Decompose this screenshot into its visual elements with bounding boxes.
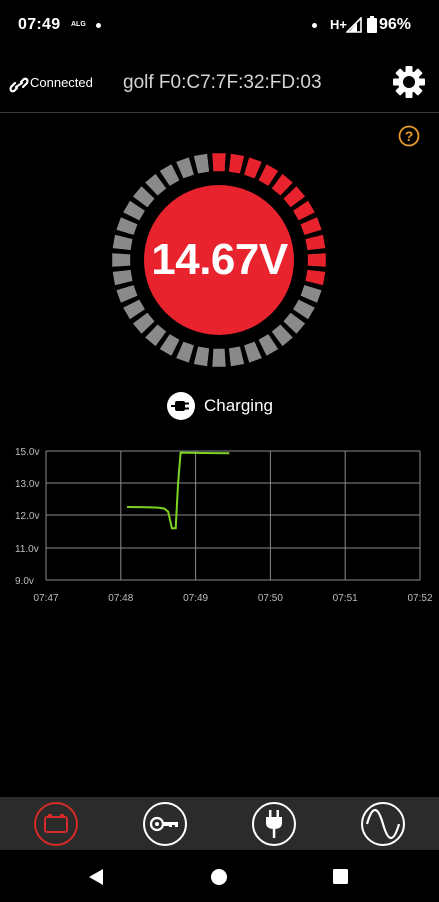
gauge-segment bbox=[145, 173, 167, 196]
gauge-segment bbox=[145, 324, 167, 347]
network-type: H+ bbox=[330, 17, 347, 32]
gauge-segment bbox=[176, 341, 194, 363]
gauge-segment bbox=[212, 153, 226, 172]
gauge-segment bbox=[159, 164, 180, 186]
status-time: 07:49 bbox=[18, 16, 61, 33]
sine-wave-tab-icon[interactable] bbox=[360, 801, 406, 847]
gauge-segment bbox=[271, 324, 293, 347]
gauge-segment bbox=[293, 200, 315, 221]
voltage-chart: 15.0v 13.0v 12.0v 11.0v 9.0v 07:47 07:48 07:49 0… bbox=[15, 447, 433, 604]
link-icon bbox=[9, 77, 29, 93]
battery-tab-icon[interactable] bbox=[33, 801, 79, 847]
y-tick-label: 13.0v bbox=[15, 479, 39, 490]
gauge-segment bbox=[123, 200, 145, 221]
gauge-segment bbox=[228, 346, 245, 367]
voltage-series-line bbox=[126, 451, 230, 530]
device-title: golf F0:C7:7F:32:FD:03 bbox=[123, 72, 322, 93]
y-tick-label: 9.0v bbox=[15, 576, 34, 587]
key-tab-icon[interactable] bbox=[142, 801, 188, 847]
gauge-segment bbox=[300, 285, 322, 303]
x-tick-label: 07:47 bbox=[33, 593, 58, 604]
gauge-segment bbox=[293, 299, 315, 320]
top-bar: Connected golf F0:C7:7F:32:FD:03 bbox=[0, 55, 439, 111]
connection-status: Connected bbox=[30, 75, 93, 90]
chart-grid bbox=[45, 450, 421, 581]
gear-icon[interactable] bbox=[392, 65, 426, 99]
battery-percent: 96% bbox=[379, 16, 412, 33]
gauge-segment bbox=[159, 334, 180, 356]
notification-dot-icon bbox=[312, 23, 317, 28]
gauge-segment bbox=[258, 334, 279, 356]
gauge-segment bbox=[132, 186, 155, 208]
gauge-segment bbox=[244, 341, 262, 363]
battery-status-icon bbox=[367, 16, 377, 33]
gauge-segment bbox=[228, 153, 245, 174]
gauge-segment bbox=[283, 312, 306, 334]
plug-tab-icon[interactable] bbox=[251, 801, 297, 847]
x-tick-label: 07:52 bbox=[407, 593, 432, 604]
status-bar: 07:49 ALG H+ 96% bbox=[0, 0, 439, 50]
gauge-segment bbox=[132, 312, 155, 334]
gauge-segment bbox=[116, 285, 138, 303]
gauge-segment bbox=[271, 173, 293, 196]
system-nav-bar bbox=[0, 850, 439, 902]
signal-icon bbox=[346, 17, 362, 33]
gauge-segment bbox=[176, 157, 194, 179]
gauge-segment bbox=[193, 153, 210, 174]
home-icon[interactable] bbox=[210, 868, 228, 886]
gauge-segment bbox=[212, 348, 226, 367]
y-tick-label: 12.0v bbox=[15, 511, 39, 522]
voltage-readout: 14.67V bbox=[151, 235, 288, 284]
gauge-segment bbox=[258, 164, 279, 186]
y-tick-label: 15.0v bbox=[15, 447, 39, 458]
charging-state: Charging bbox=[166, 391, 273, 421]
plug-icon bbox=[167, 392, 195, 420]
bottom-nav bbox=[0, 797, 439, 850]
x-tick-label: 07:48 bbox=[108, 593, 133, 604]
gauge-segment bbox=[283, 186, 306, 208]
gauge-segment bbox=[123, 299, 145, 320]
gauge-segment bbox=[300, 217, 322, 235]
notification-dot-icon bbox=[96, 23, 101, 28]
back-icon[interactable] bbox=[88, 868, 104, 886]
gauge-segment bbox=[116, 217, 138, 235]
y-tick-label: 11.0v bbox=[15, 544, 39, 555]
x-tick-label: 07:51 bbox=[333, 593, 358, 604]
x-tick-label: 07:50 bbox=[258, 593, 283, 604]
gauge-segment bbox=[244, 157, 262, 179]
gauge-segment bbox=[193, 346, 210, 367]
x-tick-label: 07:49 bbox=[183, 593, 208, 604]
charging-label: Charging bbox=[204, 396, 273, 415]
recents-icon[interactable] bbox=[333, 869, 348, 884]
carrier-tag: ALG bbox=[71, 21, 86, 28]
header-divider bbox=[0, 112, 439, 113]
